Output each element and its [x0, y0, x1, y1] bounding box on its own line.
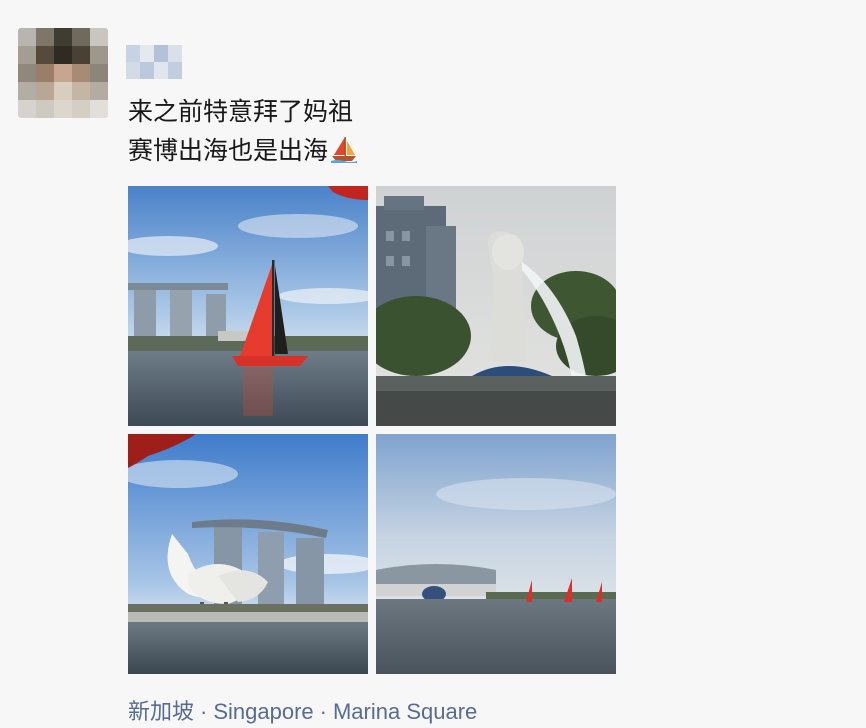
- avatar-pixel: [18, 82, 36, 100]
- avatar-pixel: [36, 46, 54, 64]
- location-separator: ·: [319, 699, 327, 724]
- avatar-pixel: [72, 100, 90, 118]
- post-line-2-text: 赛博出海也是出海: [128, 136, 329, 165]
- avatar-pixel: [18, 46, 36, 64]
- avatar-pixel: [54, 28, 72, 46]
- avatar-pixel: [18, 100, 36, 118]
- photo-harbor-sailboats[interactable]: [376, 434, 616, 674]
- nickname-pixel: [168, 62, 182, 79]
- avatar-pixel: [90, 82, 108, 100]
- avatar-pixel: [90, 46, 108, 64]
- avatar-pixel: [72, 82, 90, 100]
- photo-artscience-museum[interactable]: [128, 434, 368, 674]
- location-separator: ·: [200, 699, 208, 724]
- nickname-pixel: [126, 62, 140, 79]
- location-city: 新加坡: [128, 699, 195, 724]
- location-country: Singapore: [213, 699, 314, 724]
- post-text: 来之前特意拜了妈祖 赛博出海也是出海: [128, 92, 728, 174]
- avatar-pixel: [36, 28, 54, 46]
- nickname[interactable]: [126, 45, 182, 79]
- nickname-pixel: [126, 45, 140, 62]
- nickname-pixel: [154, 62, 168, 79]
- avatar-pixel: [54, 100, 72, 118]
- nickname-pixel: [140, 62, 154, 79]
- avatar-pixel: [36, 100, 54, 118]
- location-link[interactable]: 新加坡 · Singapore · Marina Square: [128, 694, 477, 726]
- nickname-pixel: [154, 45, 168, 62]
- avatar-pixel: [54, 64, 72, 82]
- avatar-pixel: [72, 64, 90, 82]
- avatar-pixel: [36, 64, 54, 82]
- avatar-pixel: [54, 46, 72, 64]
- avatar[interactable]: [18, 28, 108, 118]
- avatar-pixel: [54, 82, 72, 100]
- sailboat-icon: [330, 135, 358, 174]
- nickname-pixel: [140, 45, 154, 62]
- avatar-pixel: [72, 28, 90, 46]
- avatar-pixel: [18, 64, 36, 82]
- avatar-pixel: [90, 100, 108, 118]
- avatar-pixel: [18, 28, 36, 46]
- avatar-pixel: [90, 64, 108, 82]
- post-line-1: 来之前特意拜了妈祖: [128, 97, 354, 126]
- location-place: Marina Square: [332, 699, 478, 724]
- avatar-pixel: [90, 28, 108, 46]
- photo-sailboat-marina-bay[interactable]: [128, 186, 368, 426]
- nickname-pixel: [168, 45, 182, 62]
- post-line-2: 赛博出海也是出海: [128, 131, 728, 174]
- avatar-pixel: [36, 82, 54, 100]
- avatar-pixel: [72, 46, 90, 64]
- photo-merlion-fountain[interactable]: [376, 186, 616, 426]
